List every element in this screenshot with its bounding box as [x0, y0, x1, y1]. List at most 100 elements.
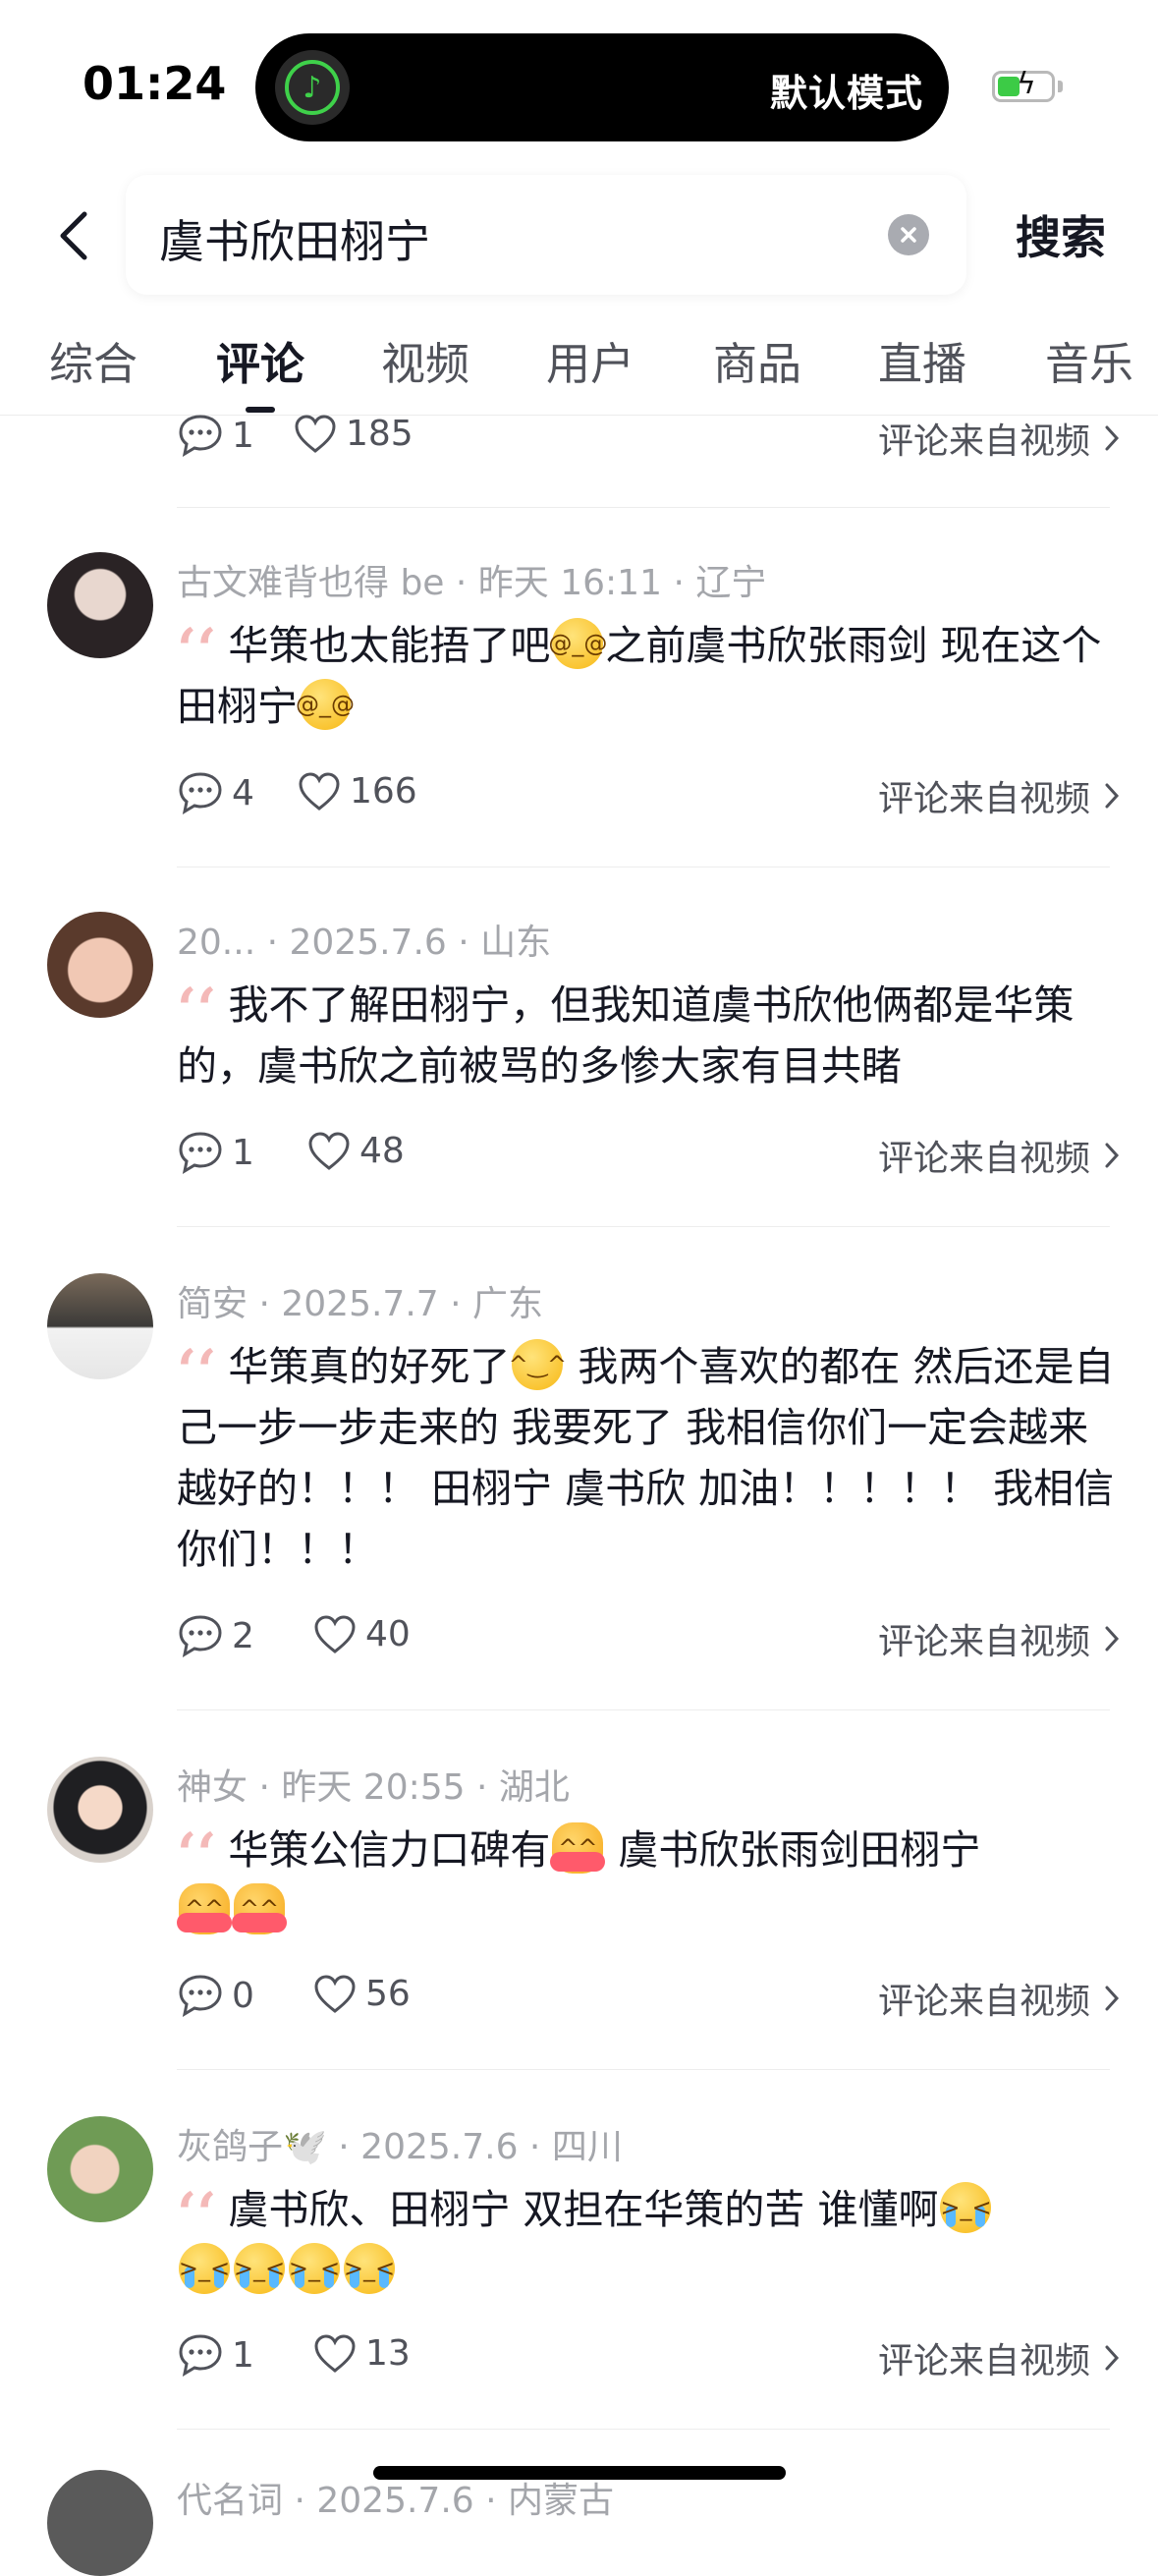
reply-count: 4 — [232, 772, 254, 813]
dynamic-island[interactable]: ♪ 默认模式 — [255, 33, 949, 141]
reply-count: 0 — [232, 1975, 254, 2016]
divider — [177, 507, 1110, 508]
like-count: 13 — [365, 2332, 411, 2374]
timestamp: 2025.7.7 — [281, 1284, 439, 1324]
reply-button[interactable]: 1 — [177, 413, 254, 458]
quote-icon: ‘‘ — [177, 976, 217, 1042]
clear-search-button[interactable] — [888, 214, 929, 255]
timestamp: 昨天 20:55 — [281, 1767, 466, 1808]
username[interactable]: 古文难背也得 be — [177, 563, 444, 603]
username[interactable]: 神女 — [177, 1767, 248, 1808]
like-count: 185 — [346, 413, 414, 454]
quote-icon: ‘‘ — [177, 616, 217, 683]
source-label: 评论来自视频 — [877, 421, 1090, 462]
source-link[interactable]: 评论来自视频 — [878, 2332, 1120, 2383]
location: 辽宁 — [695, 563, 767, 603]
chevron-right-icon — [1105, 1626, 1120, 1652]
like-button[interactable]: 56 — [312, 1973, 411, 2014]
battery-icon: ϟ — [992, 70, 1055, 102]
avatar[interactable] — [47, 2116, 153, 2222]
reply-count: 1 — [232, 2334, 254, 2376]
avatar[interactable] — [47, 912, 153, 1018]
chevron-left-icon — [60, 211, 87, 260]
like-button[interactable]: 13 — [312, 2332, 411, 2374]
username[interactable]: 20... — [177, 923, 255, 963]
comment-meta: 古文难背也得 be · 昨天 16:11 · 辽宁 — [177, 563, 767, 603]
reply-count: 1 — [232, 1132, 254, 1173]
quote-icon: ‘‘ — [177, 1820, 217, 1887]
search-button[interactable]: 搜索 — [1016, 202, 1106, 267]
crying-emoji-icon: >_< — [234, 2243, 285, 2294]
source-link[interactable]: 评论来自视频 — [878, 413, 1120, 464]
comment-actions: 4 166 评论来自视频 — [177, 770, 1120, 825]
chevron-right-icon — [1105, 1986, 1120, 2011]
source-link[interactable]: 评论来自视频 — [878, 1130, 1120, 1181]
location: 湖北 — [498, 1767, 570, 1808]
comment-text: ‘‘ 华策也太能捂了吧 @_@ 之前虞书欣张雨剑 现在这个田栩宁 @_@ — [177, 616, 1102, 730]
tab-bar: 综合 评论 视频 用户 商品 直播 音乐 — [0, 320, 1158, 416]
reply-button[interactable]: 0 — [177, 1973, 254, 2018]
search-query[interactable]: 虞书欣田栩宁 — [159, 206, 430, 271]
like-count: 56 — [365, 1973, 411, 2014]
avatar[interactable] — [47, 1757, 153, 1863]
home-indicator[interactable] — [373, 2466, 786, 2480]
reply-button[interactable]: 1 — [177, 1130, 254, 1175]
avatar[interactable] — [47, 552, 153, 658]
music-app-icon[interactable]: ♪ — [275, 50, 350, 125]
comment-actions: 1 48 评论来自视频 — [177, 1130, 1120, 1185]
chevron-right-icon — [1105, 1143, 1120, 1168]
chevron-right-icon — [1105, 783, 1120, 809]
divider — [177, 867, 1110, 868]
location: 山东 — [480, 923, 552, 963]
avatar[interactable] — [47, 1273, 153, 1379]
crying-emoji-icon: >_< — [940, 2182, 992, 2233]
source-label: 评论来自视频 — [877, 1139, 1090, 1179]
like-button[interactable]: 185 — [293, 413, 414, 454]
hugging-emoji-icon: ^^ — [232, 1883, 287, 1934]
search-input[interactable]: 虞书欣田栩宁 — [126, 175, 966, 295]
timestamp: 2025.7.6 — [289, 923, 447, 963]
chevron-right-icon — [1105, 2345, 1120, 2371]
comment-actions: 0 56 评论来自视频 — [177, 1973, 1120, 2028]
source-link[interactable]: 评论来自视频 — [878, 1973, 1120, 2024]
comment-icon — [179, 1132, 222, 1175]
tab-music[interactable]: 音乐 — [1045, 328, 1133, 392]
crying-emoji-icon: >_< — [289, 2243, 340, 2294]
heart-icon — [295, 415, 336, 453]
like-button[interactable]: 40 — [312, 1613, 411, 1654]
source-label: 评论来自视频 — [877, 1982, 1090, 2022]
hugging-emoji-icon: ^^ — [177, 1883, 232, 1934]
heart-icon — [308, 1132, 350, 1170]
source-label: 评论来自视频 — [877, 2341, 1090, 2381]
username[interactable]: 代名词 — [177, 2481, 283, 2521]
status-time: 01:24 — [83, 57, 227, 110]
location: 内蒙古 — [508, 2481, 615, 2521]
back-button[interactable] — [49, 206, 98, 265]
reply-button[interactable]: 2 — [177, 1613, 254, 1658]
comment-actions: 1 13 评论来自视频 — [177, 2332, 1120, 2387]
heart-icon — [314, 1975, 356, 2013]
crying-emoji-icon: >_< — [344, 2243, 395, 2294]
like-button[interactable]: 48 — [306, 1130, 405, 1171]
username[interactable]: 简安 — [177, 1284, 248, 1324]
mode-label: 默认模式 — [769, 72, 923, 115]
timestamp: 昨天 16:11 — [477, 563, 662, 603]
avatar[interactable] — [47, 2470, 153, 2576]
reply-count: 1 — [232, 415, 254, 456]
reply-button[interactable]: 4 — [177, 770, 254, 815]
tab-users[interactable]: 用户 — [546, 328, 634, 392]
tab-live[interactable]: 直播 — [878, 328, 966, 392]
tab-videos[interactable]: 视频 — [381, 328, 469, 392]
close-icon — [901, 227, 916, 243]
tab-overall[interactable]: 综合 — [49, 328, 138, 392]
source-link[interactable]: 评论来自视频 — [878, 770, 1120, 821]
tab-products[interactable]: 商品 — [713, 328, 801, 392]
comment-icon — [179, 2334, 222, 2378]
comment-actions: 1 185 评论来自视频 — [177, 413, 1120, 468]
like-button[interactable]: 166 — [297, 770, 417, 812]
tab-comments[interactable]: 评论 — [216, 328, 304, 392]
username[interactable]: 灰鸽子🕊️ — [177, 2127, 327, 2167]
reply-button[interactable]: 1 — [177, 2332, 254, 2378]
comment-icon — [179, 1975, 222, 2018]
source-link[interactable]: 评论来自视频 — [878, 1613, 1120, 1664]
